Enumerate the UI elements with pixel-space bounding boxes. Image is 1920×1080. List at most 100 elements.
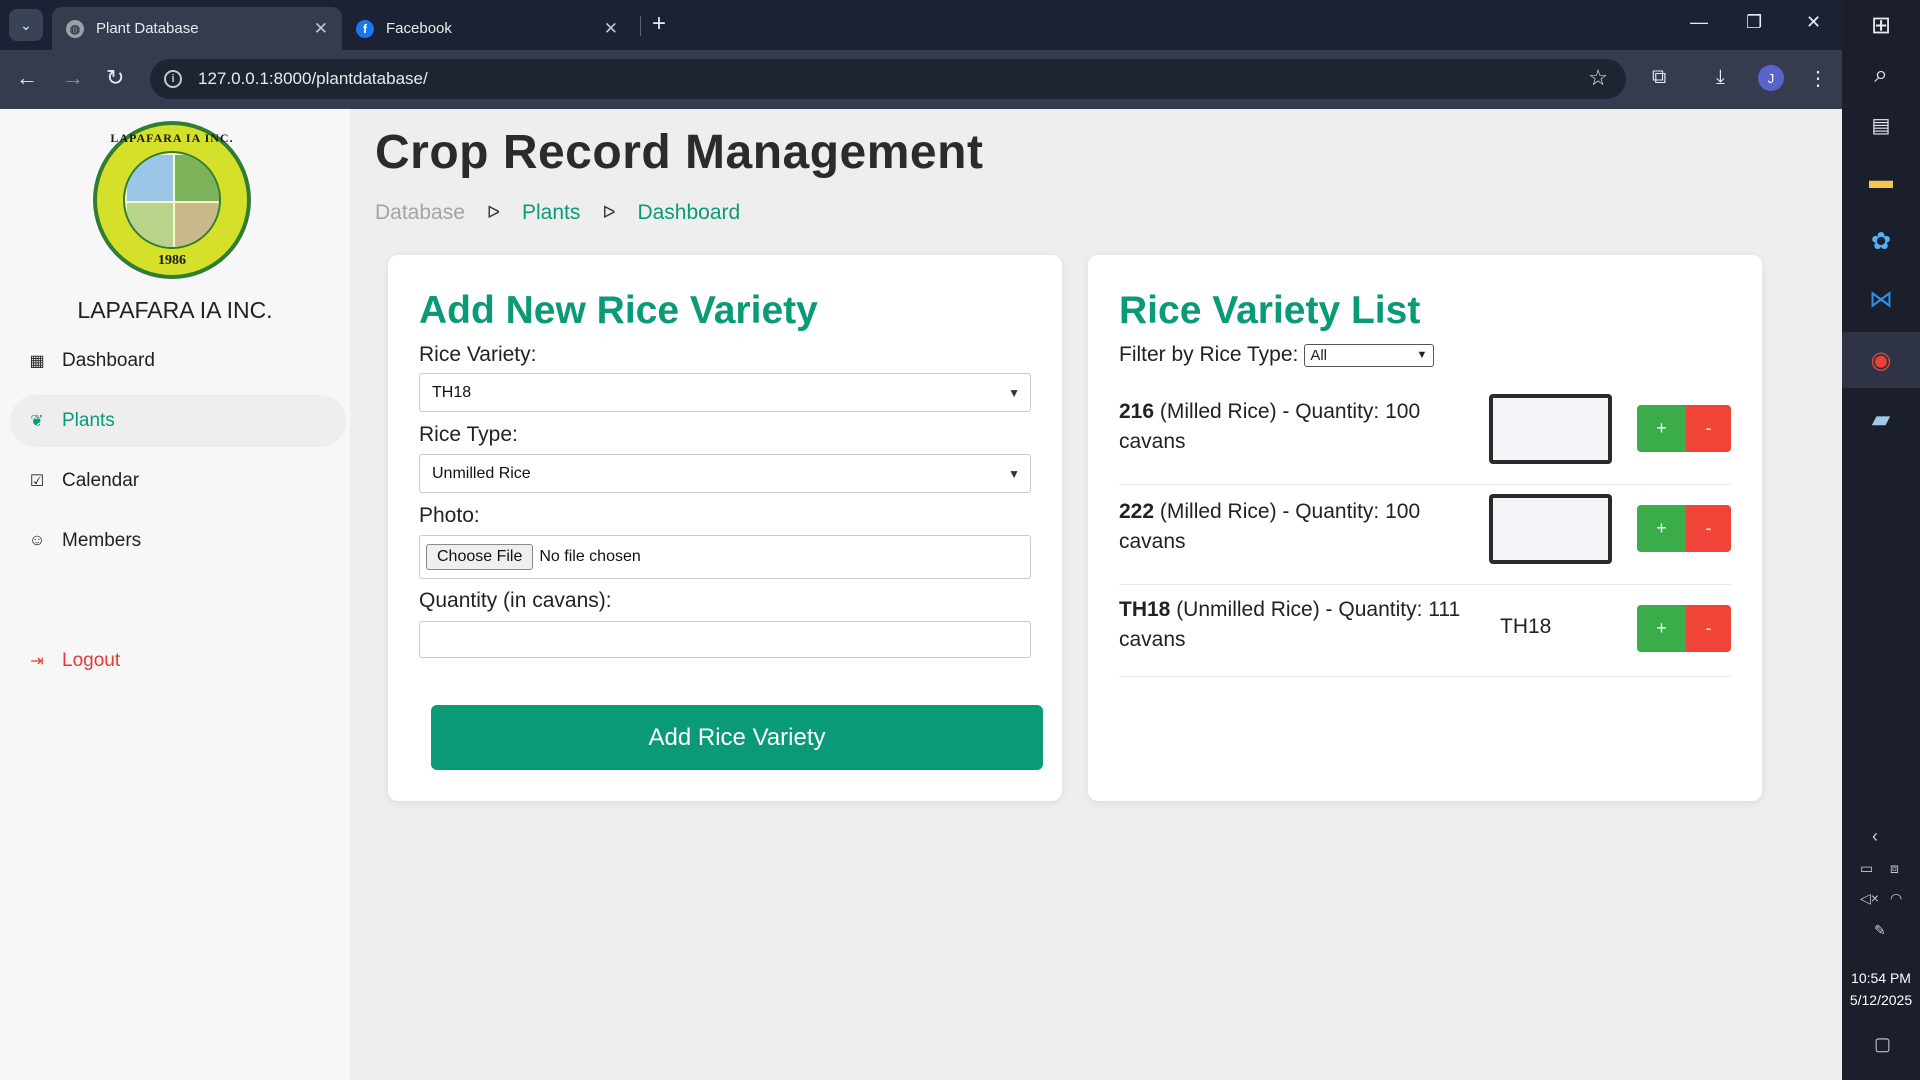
triangle-right-icon: ᐅ xyxy=(602,203,616,222)
pen-icon[interactable]: ✎ xyxy=(1874,922,1886,939)
tab-separator xyxy=(640,16,641,36)
decrease-quantity-button[interactable]: - xyxy=(1686,605,1731,652)
extensions-icon[interactable]: ⧉ xyxy=(1652,66,1666,89)
browser-toolbar: ← → ↻ i 127.0.0.1:8000/plantdatabase/ ☆ … xyxy=(0,50,1842,109)
rice-type-label: Rice Type: xyxy=(419,423,518,446)
variety-details: (Unmilled Rice) - Quantity: 111 cavans xyxy=(1119,598,1461,651)
quantity-input[interactable] xyxy=(419,621,1031,658)
close-icon[interactable]: ✕ xyxy=(604,19,618,39)
organization-logo: LAPAFARA IA INC. 1986 xyxy=(93,121,251,279)
increase-quantity-button[interactable]: + xyxy=(1637,405,1686,452)
filter-row: Filter by Rice Type: All ▼ xyxy=(1119,343,1435,367)
sidebar: LAPAFARA IA INC. 1986 LAPAFARA IA INC. ▦… xyxy=(0,109,350,1080)
mute-icon[interactable]: ◁× xyxy=(1860,890,1879,907)
restore-icon[interactable]: ❐ xyxy=(1746,12,1762,33)
chevron-left-icon[interactable]: ‹ xyxy=(1872,826,1878,847)
logo-ring-text: LAPAFARA IA INC. xyxy=(110,131,234,145)
breadcrumb-plants[interactable]: Plants xyxy=(522,201,580,225)
search-icon[interactable]: ⌕ xyxy=(1864,58,1898,92)
organization-name: LAPAFARA IA INC. xyxy=(77,297,273,323)
add-rice-variety-button[interactable]: Add Rice Variety xyxy=(431,705,1043,770)
variety-list-card: Rice Variety List Filter by Rice Type: A… xyxy=(1088,255,1762,801)
task-view-icon[interactable]: ▤ xyxy=(1864,108,1898,142)
reload-icon[interactable]: ↻ xyxy=(106,65,124,91)
list-item-text: 222 (Milled Rice) - Quantity: 100 cavans xyxy=(1119,497,1469,557)
list-item-text: 216 (Milled Rice) - Quantity: 100 cavans xyxy=(1119,397,1469,457)
users-icon: ☺ xyxy=(28,532,46,549)
breadcrumb-database[interactable]: Database xyxy=(375,201,465,225)
star-icon[interactable]: ☆ xyxy=(1588,65,1608,91)
app-icon[interactable]: ▰ xyxy=(1864,402,1898,436)
browser-tab-bar: ⌄ ◍ Plant Database ✕ f Facebook ✕ + — ❐ … xyxy=(0,0,1842,50)
tab-search-button[interactable]: ⌄ xyxy=(9,9,43,41)
windows-taskbar: ⊞ ⌕ ▤ ▬ ✿ ⋈ ◉ ▰ ‹ ▭ ⧈ ◁× ◠ ✎ 10:54 PM 5/… xyxy=(1842,0,1920,1080)
chevron-down-icon: ▼ xyxy=(1008,385,1020,400)
filter-value: All xyxy=(1310,346,1328,364)
page-title: Crop Record Management xyxy=(375,126,984,179)
increase-quantity-button[interactable]: + xyxy=(1637,505,1686,552)
decrease-quantity-button[interactable]: - xyxy=(1686,505,1731,552)
globe-icon: ◍ xyxy=(66,19,84,38)
list-item-text: TH18 (Unmilled Rice) - Quantity: 111 cav… xyxy=(1119,595,1469,655)
minimize-icon[interactable]: — xyxy=(1690,12,1708,33)
grid-icon: ▦ xyxy=(29,353,45,370)
variety-details: (Milled Rice) - Quantity: 100 cavans xyxy=(1119,500,1421,553)
sidebar-item-dashboard[interactable]: ▦ Dashboard xyxy=(10,335,346,387)
windows-start-icon[interactable]: ⊞ xyxy=(1864,8,1898,42)
more-menu-icon[interactable]: ⋮ xyxy=(1808,66,1828,91)
new-tab-button[interactable]: + xyxy=(652,10,666,38)
filter-label: Filter by Rice Type: xyxy=(1119,343,1299,366)
tab-title: Facebook xyxy=(386,20,452,37)
forward-icon[interactable]: → xyxy=(62,65,84,91)
list-item: 222 (Milled Rice) - Quantity: 100 cavans… xyxy=(1119,485,1731,585)
photo-label: Photo: xyxy=(419,504,480,527)
profile-avatar[interactable]: J xyxy=(1758,65,1784,91)
sidebar-item-label: Calendar xyxy=(62,470,140,491)
chrome-icon[interactable]: ◉ xyxy=(1842,332,1920,388)
info-icon[interactable]: i xyxy=(164,70,182,88)
url-text: 127.0.0.1:8000/plantdatabase/ xyxy=(198,69,428,88)
logo-emblem xyxy=(123,151,221,249)
rice-type-select[interactable]: Unmilled Rice ▼ xyxy=(419,454,1031,493)
list-item: 216 (Milled Rice) - Quantity: 100 cavans… xyxy=(1119,385,1731,485)
tab-plant-database[interactable]: ◍ Plant Database ✕ xyxy=(52,7,342,50)
battery-icon[interactable]: ▭ xyxy=(1860,860,1873,877)
quantity-label: Quantity (in cavans): xyxy=(419,589,612,612)
address-bar[interactable]: i 127.0.0.1:8000/plantdatabase/ ☆ xyxy=(150,59,1626,99)
triangle-right-icon: ᐅ xyxy=(486,203,500,222)
sidebar-item-plants[interactable]: ❦ Plants xyxy=(10,395,346,447)
sidebar-item-calendar[interactable]: ☑ Calendar xyxy=(10,455,346,507)
list-item: TH18 (Unmilled Rice) - Quantity: 111 cav… xyxy=(1119,585,1731,677)
add-variety-title: Add New Rice Variety xyxy=(419,289,818,332)
taskbar-time[interactable]: 10:54 PM xyxy=(1842,970,1920,986)
rice-type-filter-select[interactable]: All ▼ xyxy=(1304,343,1435,367)
logout-label: Logout xyxy=(62,650,121,671)
notification-icon[interactable]: ▢ xyxy=(1874,1034,1891,1055)
page-viewport: LAPAFARA IA INC. 1986 LAPAFARA IA INC. ▦… xyxy=(0,109,1842,1080)
back-icon[interactable]: ← xyxy=(16,65,38,91)
rice-variety-select[interactable]: TH18 ▼ xyxy=(419,373,1031,412)
sidebar-item-members[interactable]: ☺ Members xyxy=(10,515,346,567)
sidebar-item-label: Members xyxy=(62,530,142,551)
choose-file-button[interactable]: Choose File xyxy=(426,544,534,570)
close-window-icon[interactable]: ✕ xyxy=(1806,12,1821,33)
file-explorer-icon[interactable]: ▬ xyxy=(1864,164,1898,198)
download-icon[interactable]: ⤓ xyxy=(1716,66,1725,89)
photo-file-input[interactable]: Choose File No file chosen xyxy=(419,535,1031,579)
increase-quantity-button[interactable]: + xyxy=(1637,605,1686,652)
breadcrumb-dashboard[interactable]: Dashboard xyxy=(637,201,740,225)
breadcrumb: Database ᐅ Plants ᐅ Dashboard xyxy=(375,201,740,225)
wifi-icon[interactable]: ◠ xyxy=(1890,890,1902,907)
logout-button[interactable]: ⇥ Logout xyxy=(10,635,346,687)
variety-name: TH18 xyxy=(1119,598,1171,621)
copilot-icon[interactable]: ✿ xyxy=(1864,224,1898,258)
vscode-icon[interactable]: ⋈ xyxy=(1864,282,1898,316)
rice-variety-label: Rice Variety: xyxy=(419,343,537,366)
decrease-quantity-button[interactable]: - xyxy=(1686,405,1731,452)
taskbar-date[interactable]: 5/12/2025 xyxy=(1842,992,1920,1008)
meet-icon[interactable]: ⧈ xyxy=(1890,860,1899,877)
leaf-icon: ❦ xyxy=(30,413,44,430)
rice-type-value: Unmilled Rice xyxy=(432,464,531,482)
tab-facebook[interactable]: f Facebook ✕ xyxy=(342,7,632,50)
close-icon[interactable]: ✕ xyxy=(314,19,328,39)
